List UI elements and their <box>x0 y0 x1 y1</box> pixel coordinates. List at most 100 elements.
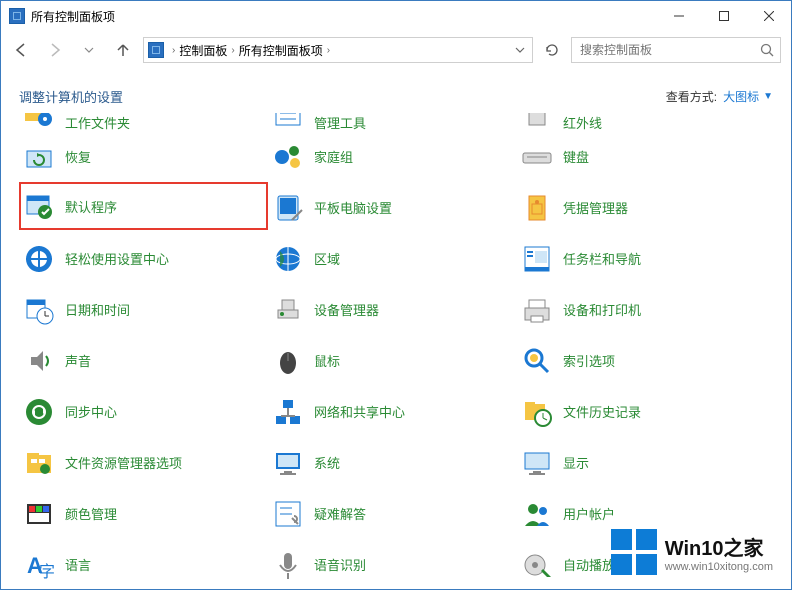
list-item[interactable]: 区域 <box>268 233 517 284</box>
item-label: 键盘 <box>563 147 589 166</box>
breadcrumb[interactable]: › 控制面板 › 所有控制面板项 › <box>143 37 533 63</box>
content-area: 调整计算机的设置 查看方式: 大图标 ▼ 工作文件夹 管理工具 红外线恢复 家庭组 键盘… <box>1 69 791 589</box>
list-item[interactable]: 日期和时间 <box>19 284 268 335</box>
list-item[interactable]: 管理工具 <box>268 113 517 131</box>
watermark-title: Win10之家 <box>665 532 773 561</box>
search-field[interactable] <box>578 42 748 58</box>
list-item[interactable]: 任务栏和导航 <box>517 233 766 284</box>
datetime-icon <box>23 294 55 326</box>
item-label: 日期和时间 <box>65 300 130 319</box>
item-label: 语音识别 <box>314 555 366 574</box>
item-label: 凭据管理器 <box>563 198 628 217</box>
recovery-icon <box>23 141 55 173</box>
default-programs-icon <box>23 190 55 222</box>
minimize-button[interactable] <box>656 1 701 31</box>
up-button[interactable] <box>109 36 137 64</box>
list-item[interactable]: 索引选项 <box>517 335 766 386</box>
maximize-button[interactable] <box>701 1 746 31</box>
item-label: 平板电脑设置 <box>314 198 392 217</box>
speech-icon <box>272 549 304 581</box>
item-label: 声音 <box>65 351 91 370</box>
content-header: 调整计算机的设置 查看方式: 大图标 ▼ <box>19 79 773 113</box>
recent-dropdown[interactable] <box>75 36 103 64</box>
device-manager-icon <box>272 294 304 326</box>
app-icon <box>9 8 25 24</box>
chevron-right-icon: › <box>327 45 330 56</box>
list-item[interactable]: 鼠标 <box>268 335 517 386</box>
list-item[interactable]: 平板电脑设置 <box>268 182 517 233</box>
item-label: 家庭组 <box>314 147 353 166</box>
users-icon <box>521 498 553 530</box>
sync-icon <box>23 396 55 428</box>
list-item[interactable]: 文件历史记录 <box>517 386 766 437</box>
list-item[interactable]: 疑难解答 <box>268 488 517 539</box>
folder-gear-icon <box>23 113 55 129</box>
list-item[interactable]: 工作文件夹 <box>19 113 268 131</box>
list-item[interactable]: 设备和打印机 <box>517 284 766 335</box>
list-item[interactable]: 家庭组 <box>268 131 517 182</box>
system-icon <box>272 447 304 479</box>
item-label: 默认程序 <box>65 197 117 216</box>
list-item[interactable]: 设备管理器 <box>268 284 517 335</box>
search-input[interactable] <box>571 37 781 63</box>
item-label: 轻松使用设置中心 <box>65 249 169 268</box>
tools-icon <box>272 113 304 129</box>
indexing-icon <box>521 345 553 377</box>
server-icon <box>521 113 553 129</box>
watermark: Win10之家 www.win10xitong.com <box>611 529 773 575</box>
forward-button[interactable] <box>41 36 69 64</box>
sound-icon <box>23 345 55 377</box>
autoplay-icon <box>521 549 553 581</box>
list-item[interactable]: 轻松使用设置中心 <box>19 233 268 284</box>
control-panel-icon <box>148 42 164 58</box>
item-label: 语言 <box>65 555 91 574</box>
list-item[interactable]: 显示 <box>517 437 766 488</box>
list-item[interactable]: 红外线 <box>517 113 766 131</box>
tablet-icon <box>272 192 304 224</box>
list-item[interactable]: 颜色管理 <box>19 488 268 539</box>
search-icon[interactable] <box>760 43 774 57</box>
breadcrumb-dropdown[interactable] <box>511 40 529 60</box>
credential-icon <box>521 192 553 224</box>
list-item[interactable]: 语音识别 <box>268 539 517 589</box>
item-label: 用户帐户 <box>563 504 615 523</box>
viewmode-value[interactable]: 大图标 <box>723 88 759 105</box>
list-item[interactable]: A字语言 <box>19 539 268 589</box>
item-label: 索引选项 <box>563 351 615 370</box>
item-label: 工作文件夹 <box>65 113 130 131</box>
item-label: 同步中心 <box>65 402 117 421</box>
back-button[interactable] <box>7 36 35 64</box>
item-label: 网络和共享中心 <box>314 402 405 421</box>
crumb-control-panel[interactable]: 控制面板 <box>179 42 227 59</box>
file-history-icon <box>521 396 553 428</box>
list-item[interactable]: 默认程序 <box>19 182 268 230</box>
item-label: 设备管理器 <box>314 300 379 319</box>
troubleshoot-icon <box>272 498 304 530</box>
item-label: 系统 <box>314 453 340 472</box>
items-grid: 工作文件夹 管理工具 红外线恢复 家庭组 键盘默认程序 平板电脑设置 凭据管理器轻松使用设置… <box>19 113 773 589</box>
chevron-right-icon: › <box>172 45 175 56</box>
list-item[interactable]: 网络和共享中心 <box>268 386 517 437</box>
list-item[interactable]: 系统 <box>268 437 517 488</box>
list-item[interactable]: 声音 <box>19 335 268 386</box>
viewmode-label: 查看方式: <box>666 88 717 105</box>
refresh-button[interactable] <box>539 37 565 63</box>
list-item[interactable]: 文件资源管理器选项 <box>19 437 268 488</box>
crumb-all-items[interactable]: 所有控制面板项 <box>239 42 323 59</box>
list-item[interactable]: 同步中心 <box>19 386 268 437</box>
chevron-down-icon[interactable]: ▼ <box>763 91 773 102</box>
network-icon <box>272 396 304 428</box>
chevron-right-icon: › <box>231 45 234 56</box>
list-item[interactable]: 恢复 <box>19 131 268 182</box>
close-button[interactable] <box>746 1 791 31</box>
item-label: 管理工具 <box>314 113 366 131</box>
item-label: 任务栏和导航 <box>563 249 641 268</box>
list-item[interactable]: 键盘 <box>517 131 766 182</box>
list-item[interactable]: 凭据管理器 <box>517 182 766 233</box>
titlebar: 所有控制面板项 <box>1 1 791 31</box>
item-label: 文件资源管理器选项 <box>65 453 182 472</box>
page-title: 调整计算机的设置 <box>19 87 123 106</box>
ease-icon <box>23 243 55 275</box>
item-label: 疑难解答 <box>314 504 366 523</box>
window-title: 所有控制面板项 <box>31 8 656 25</box>
